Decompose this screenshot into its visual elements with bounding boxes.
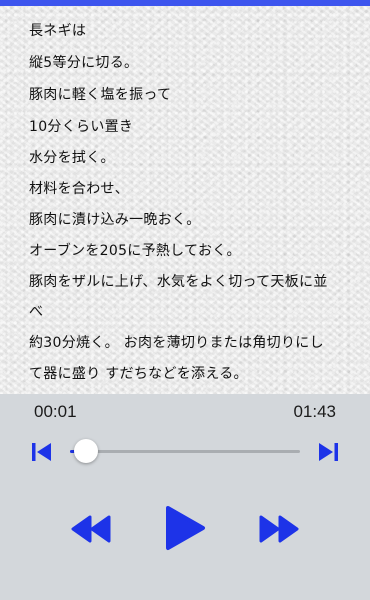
recipe-line: 豚肉に軽く塩を振って bbox=[29, 87, 172, 103]
recipe-line: 縦5等分に切る。 bbox=[29, 55, 139, 71]
recipe-line: 豚肉に漬け込み一晩おく。 bbox=[29, 212, 201, 228]
rewind-icon[interactable] bbox=[70, 515, 112, 543]
elapsed-time: 00:01 bbox=[34, 402, 77, 421]
skip-back-icon[interactable] bbox=[31, 442, 53, 462]
seek-bar[interactable] bbox=[70, 450, 300, 453]
skip-forward-icon[interactable] bbox=[317, 442, 339, 462]
audio-player-panel bbox=[0, 394, 370, 600]
fast-forward-icon[interactable] bbox=[258, 515, 300, 543]
recipe-line: て器に盛り すだちなどを添える。 bbox=[29, 366, 248, 382]
recipe-line: 豚肉をザルに上げ、水気をよく切って天板に並 bbox=[29, 274, 328, 290]
recipe-line: 水分を拭く。 bbox=[29, 150, 115, 166]
recipe-line: 10分くらい置き bbox=[29, 119, 134, 135]
recipe-line: べ bbox=[29, 304, 44, 320]
total-duration: 01:43 bbox=[293, 402, 336, 421]
seek-thumb[interactable] bbox=[74, 439, 99, 463]
recipe-line: オーブンを205に予熱しておく。 bbox=[29, 243, 241, 259]
recipe-line: 長ネギは bbox=[29, 23, 87, 39]
recipe-line: 約30分焼く。 お肉を薄切りまたは角切りにし bbox=[29, 335, 324, 351]
recipe-line: 材料を合わせ、 bbox=[29, 181, 130, 197]
play-icon[interactable] bbox=[164, 505, 206, 551]
